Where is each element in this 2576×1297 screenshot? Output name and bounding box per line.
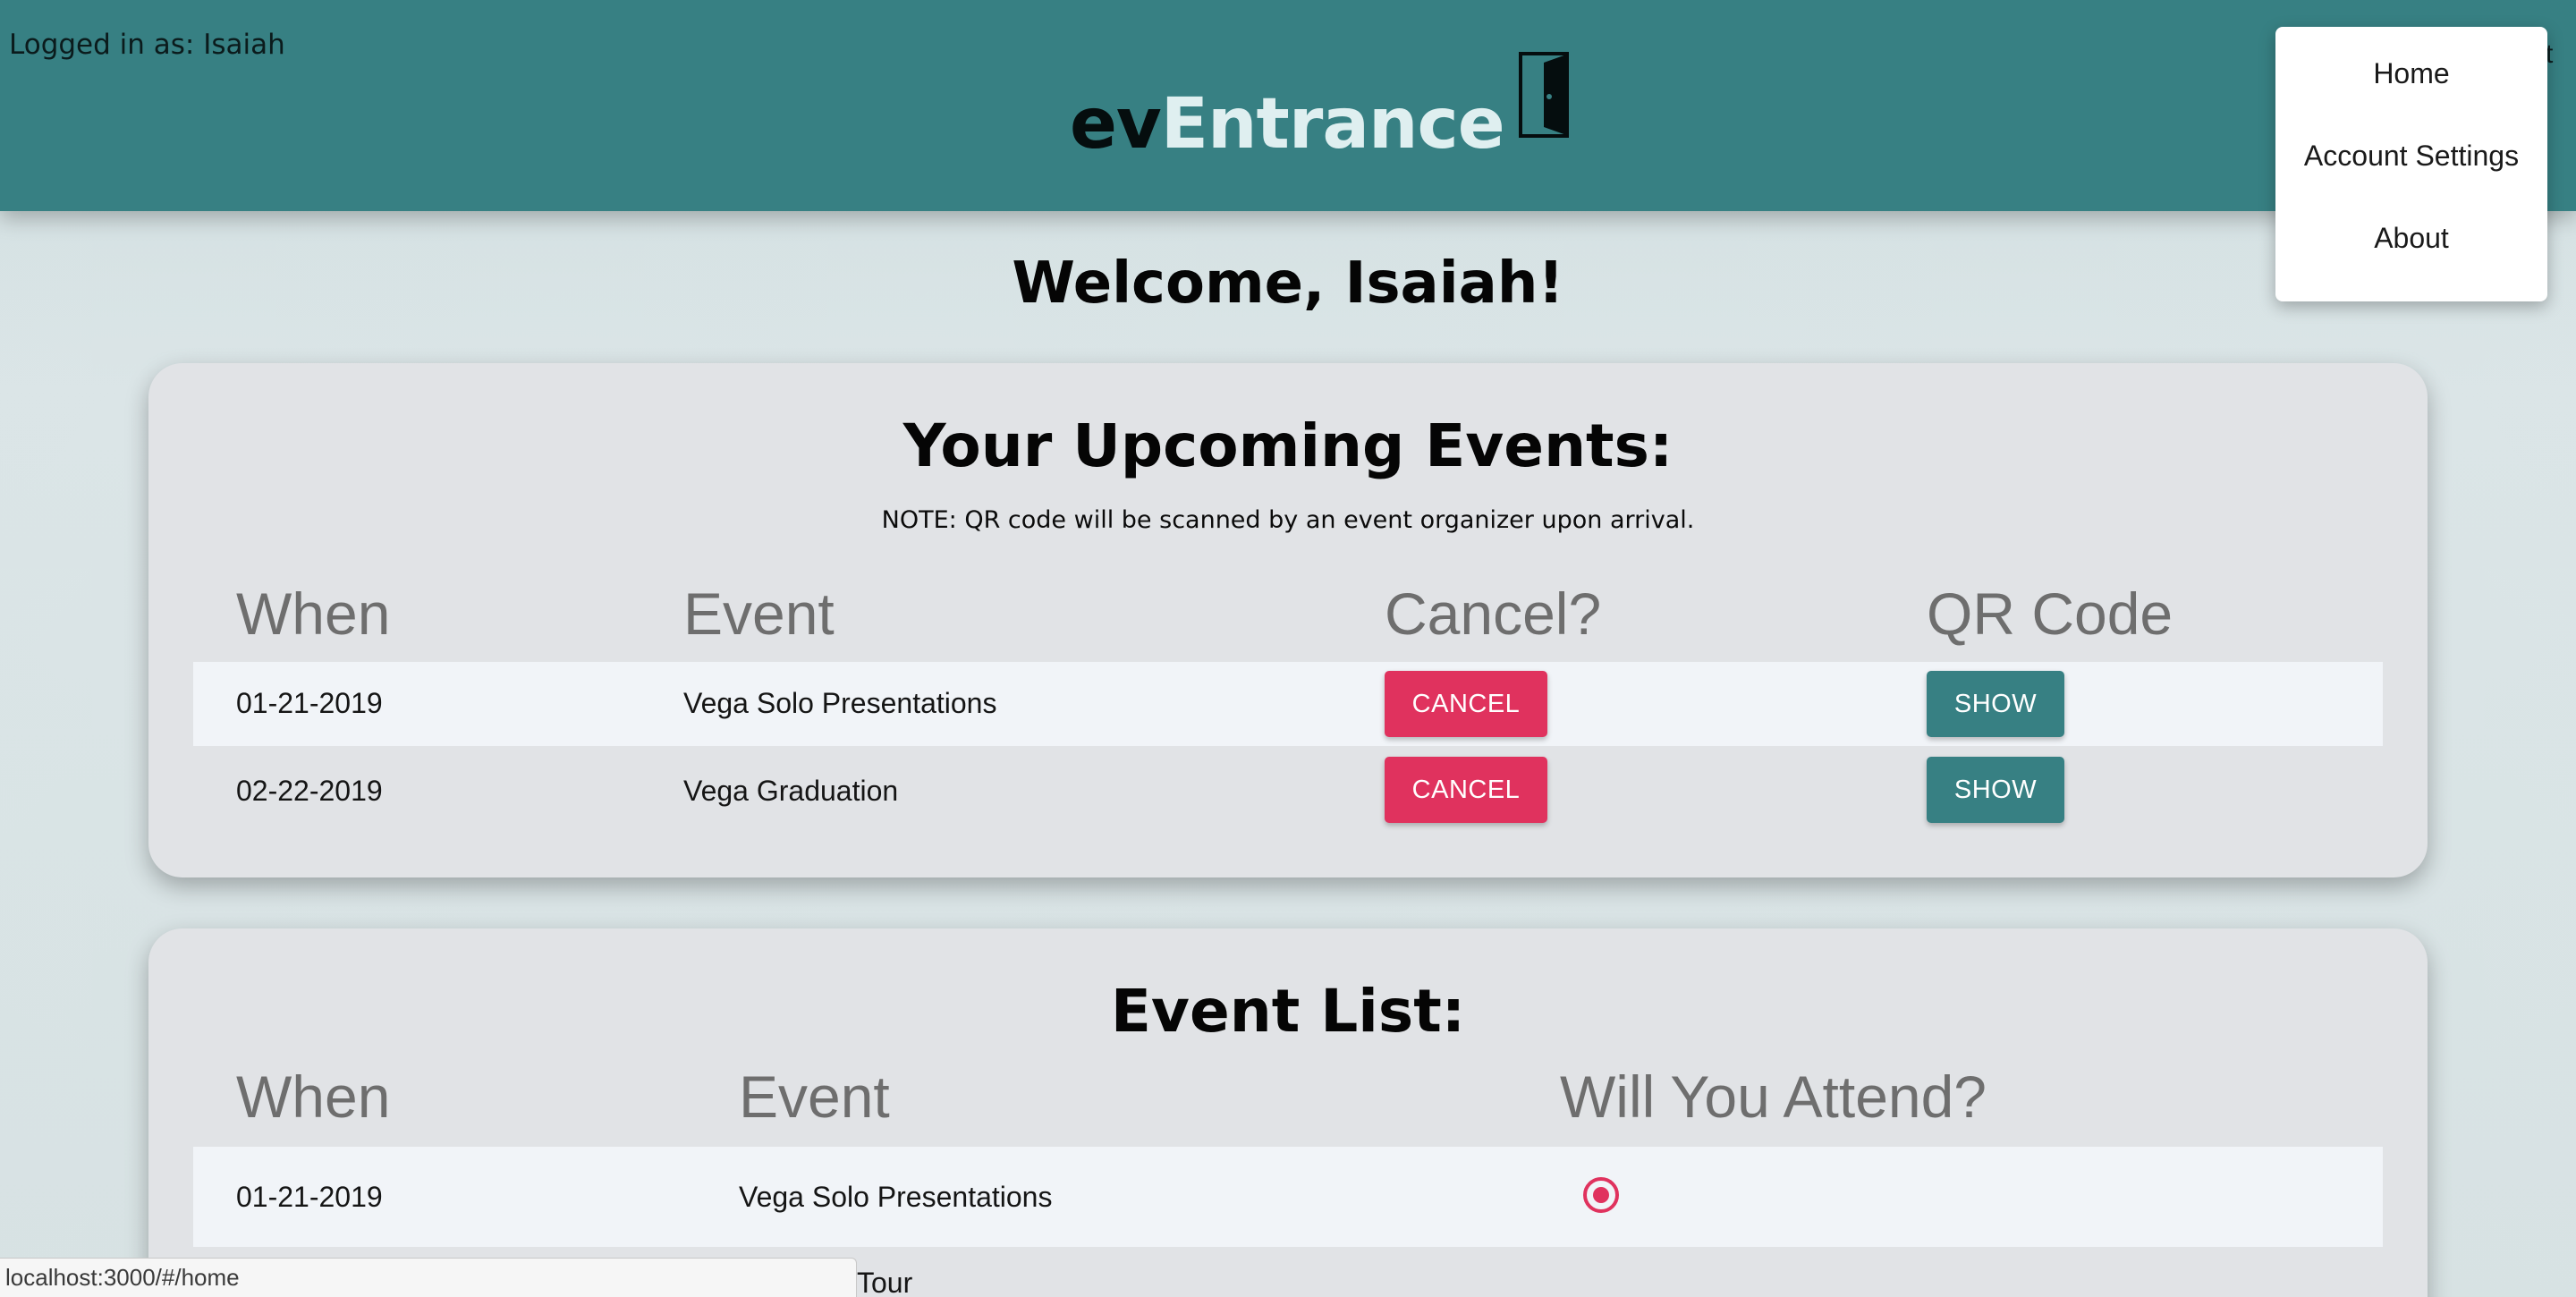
welcome-heading: Welcome, Isaiah! <box>1012 250 1564 317</box>
logo-text-entrance: Entrance <box>1160 84 1505 165</box>
cell-event: Tour <box>857 1267 913 1297</box>
logo-text-ev: ev <box>1070 84 1162 165</box>
table-row: 01-21-2019 Vega Solo Presentations <box>193 1147 2383 1247</box>
cancel-button[interactable]: CANCEL <box>1385 757 1547 823</box>
column-header-when: When <box>236 581 391 647</box>
column-header-when: When <box>236 1064 391 1130</box>
menu-item-home[interactable]: Home <box>2275 57 2547 140</box>
nav-dropdown-menu: Home Account Settings About <box>2275 27 2547 301</box>
event-list-title: Event List: <box>1110 977 1466 1046</box>
cell-when: 02-22-2019 <box>236 775 383 807</box>
column-header-event: Event <box>739 1064 890 1130</box>
cell-when: 01-21-2019 <box>236 687 383 719</box>
table-row: 01-21-2019 Vega Solo Presentations CANCE… <box>193 662 2383 746</box>
column-header-will-you-attend: Will You Attend? <box>1560 1064 1987 1130</box>
attend-radio[interactable] <box>1583 1177 1619 1213</box>
browser-status-bar: localhost:3000/#/home <box>0 1258 857 1297</box>
door-icon <box>1518 52 1569 138</box>
logged-in-user: Logged in as: Isaiah <box>9 29 285 61</box>
column-header-qr-code: QR Code <box>1927 581 2174 647</box>
cell-event: Vega Graduation <box>683 775 899 807</box>
upcoming-events-card: Your Upcoming Events: NOTE: QR code will… <box>148 363 2428 877</box>
upcoming-events-title: Your Upcoming Events: <box>902 411 1674 480</box>
cancel-button[interactable]: CANCEL <box>1385 671 1547 737</box>
table-row: 02-22-2019 Vega Graduation CANCEL SHOW <box>193 746 2383 832</box>
menu-item-account-settings[interactable]: Account Settings <box>2275 140 2547 222</box>
app-header: Logged in as: Isaiah ev Entrance t <box>0 0 2576 211</box>
show-qr-button[interactable]: SHOW <box>1927 671 2064 737</box>
cell-when: 01-21-2019 <box>236 1181 383 1213</box>
column-header-cancel: Cancel? <box>1385 581 1602 647</box>
event-list-card: Event List: When Event Will You Attend? … <box>148 928 2428 1297</box>
app-logo[interactable]: ev Entrance <box>1070 52 1572 159</box>
menu-item-about[interactable]: About <box>2275 222 2547 304</box>
qr-note: NOTE: QR code will be scanned by an even… <box>881 506 1695 534</box>
cell-event: Vega Solo Presentations <box>683 687 997 719</box>
column-header-event: Event <box>683 581 835 647</box>
show-qr-button[interactable]: SHOW <box>1927 757 2064 823</box>
cell-event: Vega Solo Presentations <box>739 1181 1053 1213</box>
